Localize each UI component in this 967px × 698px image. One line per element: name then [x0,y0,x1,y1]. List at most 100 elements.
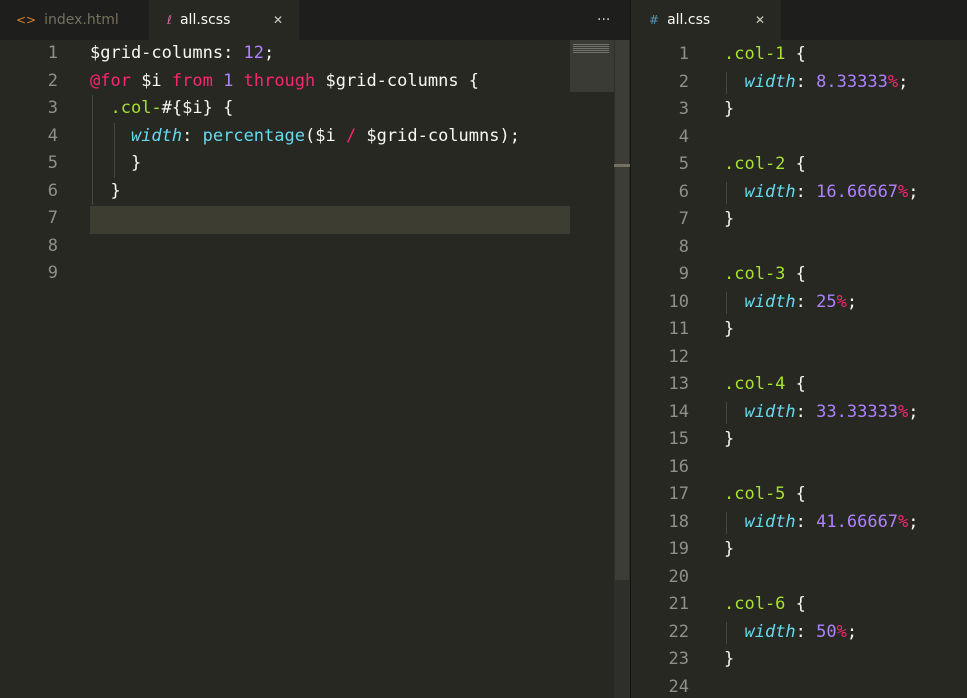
code-token: @for [90,70,131,91]
line-number: 5 [47,153,58,173]
tab-all-css[interactable]: # all.css ✕ [631,0,781,40]
code-token: $grid-columns); [356,125,520,146]
code-line[interactable]: 11} [631,316,967,344]
code-file-icon: <> [16,13,37,27]
line-number: 2 [678,71,689,92]
code-token: width [130,125,183,146]
code-token: } [724,319,735,339]
code-text: } [724,536,734,564]
code-token: : [795,71,817,92]
line-number: 6 [678,181,689,202]
css-file-icon: # [649,13,660,27]
code-line[interactable]: 21 .col-6 { [631,591,967,619]
code-line[interactable]: 5 } [0,150,570,178]
code-text: width: 25%; [724,289,857,317]
line-number: 11 [668,319,689,339]
line-number: 18 [668,511,689,532]
code-line[interactable]: 4 width: percentage($i / $grid-columns); [0,123,570,151]
line-number: 3 [678,99,689,119]
code-token: .col-2 [724,154,786,174]
code-line[interactable]: 8 [631,234,967,262]
code-token: / [345,125,357,146]
code-line[interactable]: 8 [0,233,570,261]
code-line[interactable]: 24 [631,674,967,698]
code-token: % [887,71,899,92]
code-line[interactable]: 6 } [0,178,570,206]
close-icon[interactable]: ✕ [755,13,765,27]
code-token: } [724,209,735,229]
code-token: width [744,401,796,422]
line-number: 10 [668,291,689,312]
code-line[interactable]: 10 width: 25%; [631,289,967,317]
line-number: 20 [668,566,689,587]
code-line[interactable]: 5 .col-2 { [631,151,967,179]
tab-all-scss[interactable]: ℓ all.scss ✕ [149,0,299,40]
code-line[interactable]: 6 width: 16.66667%; [631,179,967,207]
code-token: { [785,484,806,504]
code-line[interactable]: 3 .col-#{$i} { [0,95,570,123]
code-line[interactable]: 12 [631,344,967,372]
code-line[interactable]: 13 .col-4 { [631,371,967,399]
code-line[interactable]: 9 [0,260,570,288]
code-line[interactable]: 1 .col-1 { [631,41,967,69]
tab-label: index.html [44,12,119,28]
code-token: ; [908,511,919,532]
tab-index-html[interactable]: <> index.html [0,0,148,40]
code-text: .col-4 { [724,371,806,399]
code-token: .col-4 [724,374,786,394]
code-line[interactable]: 17 .col-5 { [631,481,967,509]
code-line[interactable]: 7} [631,206,967,234]
line-number: 24 [668,676,689,697]
minimap-code [573,44,609,54]
code-line[interactable]: 20 [631,564,967,592]
tab-label: all.css [667,12,711,28]
code-line[interactable]: 15} [631,426,967,454]
line-number: 17 [668,484,689,504]
code-token: { [785,264,806,284]
code-token: } [724,429,735,449]
code-token: .col-6 [724,594,786,614]
minimap[interactable] [570,40,614,698]
more-actions-icon[interactable]: ··· [597,0,621,40]
scss-editor[interactable]: 1 $grid-columns: 12; 2 @for $i from 1 throu… [0,40,570,698]
code-line[interactable]: 16 [631,454,967,482]
line-number: 9 [47,263,58,283]
code-token: { [785,154,806,174]
css-editor[interactable]: 1 .col-1 {2 width: 8.33333%; 3} 4 5 .col-2 {6… [631,40,967,698]
vertical-scrollbar[interactable] [614,40,630,698]
code-line[interactable]: 3} [631,96,967,124]
code-token: % [898,511,909,532]
code-text: .col-6 { [724,591,806,619]
scroll-position-marker [614,164,630,167]
code-line[interactable]: 7 [0,205,570,233]
line-number: 9 [678,264,689,284]
close-icon[interactable]: ✕ [273,13,283,27]
code-line[interactable]: 9 .col-3 { [631,261,967,289]
code-token: .col-1 [724,44,786,64]
code-line[interactable]: 2 @for $i from 1 through $grid-columns { [0,68,570,96]
code-line[interactable]: 1 $grid-columns: 12; [0,40,570,68]
code-token: : [182,125,203,146]
code-line[interactable]: 22 width: 50%; [631,619,967,647]
code-line[interactable]: 18 width: 41.66667%; [631,509,967,537]
line-number: 4 [47,125,58,146]
code-line[interactable]: 23} [631,646,967,674]
code-token: width [744,71,796,92]
code-token: ; [264,43,275,63]
code-line[interactable]: 2 width: 8.33333%; [631,69,967,97]
code-line[interactable]: 19} [631,536,967,564]
code-token: : [795,401,817,422]
code-text: .col-5 { [724,481,806,509]
code-token: .col-5 [724,484,786,504]
scrollbar-thumb[interactable] [615,40,629,580]
line-number: 23 [668,649,689,669]
code-line[interactable]: 4 [631,124,967,152]
line-number: 14 [668,401,689,422]
code-line[interactable]: 14 width: 33.33333%; [631,399,967,427]
